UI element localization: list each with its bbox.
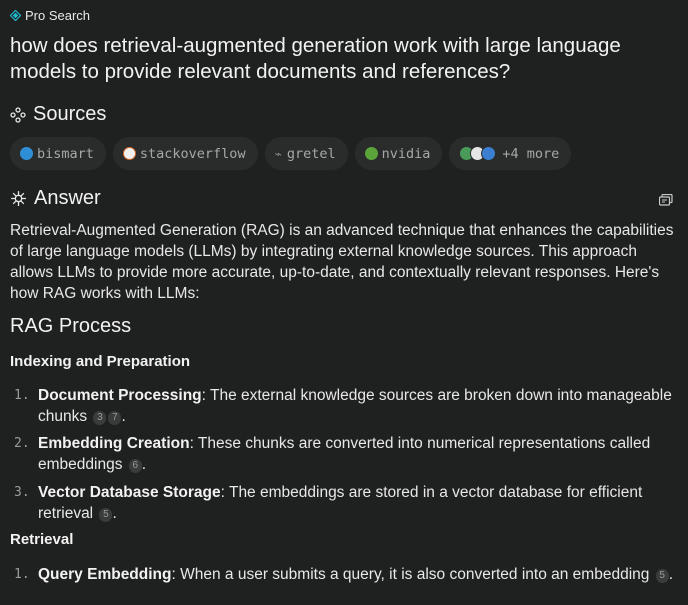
list-item-end: . xyxy=(141,456,147,473)
source-label: stackoverflow xyxy=(139,145,246,162)
answer-title: Answer xyxy=(34,187,101,209)
mode-label: Pro Search xyxy=(25,8,91,23)
list-item-term: Embedding Creation xyxy=(38,435,190,452)
nvidia-favicon-icon xyxy=(364,147,378,160)
pro-search-label: Pro Search xyxy=(10,8,90,23)
source-chip-bismart[interactable]: bismart xyxy=(10,137,106,170)
favicon-icon xyxy=(481,146,497,161)
source-chip-gretel[interactable]: ⌁ gretel xyxy=(264,137,348,170)
rag-process-heading: RAG Process xyxy=(10,315,132,337)
list-number: 1. xyxy=(14,388,30,403)
list-item-term: Vector Database Storage xyxy=(38,484,221,501)
list-item-term: Document Processing xyxy=(38,387,202,404)
more-sources-button[interactable]: +4 more xyxy=(449,137,572,170)
sources-heading: Sources xyxy=(10,103,106,126)
list-item-text: Embedding Creation: These chunks are con… xyxy=(38,433,686,475)
section-heading-retrieval: Retrieval xyxy=(10,531,74,548)
list-item-text: Document Processing: The external knowle… xyxy=(38,385,686,427)
source-label: nvidia xyxy=(381,145,431,162)
list-number: 2. xyxy=(14,436,30,451)
section-heading-indexing: Indexing and Preparation xyxy=(10,353,191,370)
list-item-end: . xyxy=(121,408,126,425)
list-number: 1. xyxy=(14,567,30,582)
link-icon: ⌁ xyxy=(274,146,282,161)
source-chip-stackoverflow[interactable]: stackoverflow xyxy=(112,137,258,170)
list-item-end: . xyxy=(668,566,674,583)
bismart-favicon-icon xyxy=(20,147,33,160)
citation-badge[interactable]: 5 xyxy=(655,569,669,583)
stackoverflow-favicon-icon xyxy=(122,147,136,160)
citation-badge[interactable]: 7 xyxy=(108,411,122,425)
more-sources-label: +4 more xyxy=(502,145,560,162)
list-number: 3. xyxy=(14,485,30,500)
citation-badge[interactable]: 3 xyxy=(93,411,107,425)
pro-search-icon xyxy=(10,10,21,21)
list-item-text: Query Embedding: When a user submits a q… xyxy=(38,564,686,585)
source-label: bismart xyxy=(37,145,94,162)
citation-badge[interactable]: 6 xyxy=(128,459,142,473)
list-item-end: . xyxy=(112,505,117,522)
answer-intro: Retrieval-Augmented Generation (RAG) is … xyxy=(10,222,674,302)
sources-list: bismart stackoverflow ⌁ gretel nvidia +4… xyxy=(10,137,572,170)
list-item-term: Query Embedding xyxy=(38,566,172,583)
copy-answer-button[interactable] xyxy=(656,190,676,210)
answer-icon xyxy=(11,191,26,206)
sources-title: Sources xyxy=(33,103,107,125)
source-label: gretel xyxy=(286,145,336,162)
answer-heading: Answer xyxy=(10,187,101,210)
list-item-text: Vector Database Storage: The embeddings … xyxy=(38,482,686,524)
list-item-body: : When a user submits a query, it is als… xyxy=(171,566,650,583)
query-title: how does retrieval-augmented generation … xyxy=(10,34,621,83)
favicon-stack xyxy=(459,146,497,161)
sources-icon xyxy=(10,106,26,123)
source-chip-nvidia[interactable]: nvidia xyxy=(354,137,443,170)
copy-icon xyxy=(659,194,673,206)
citation-badge[interactable]: 5 xyxy=(99,508,113,522)
